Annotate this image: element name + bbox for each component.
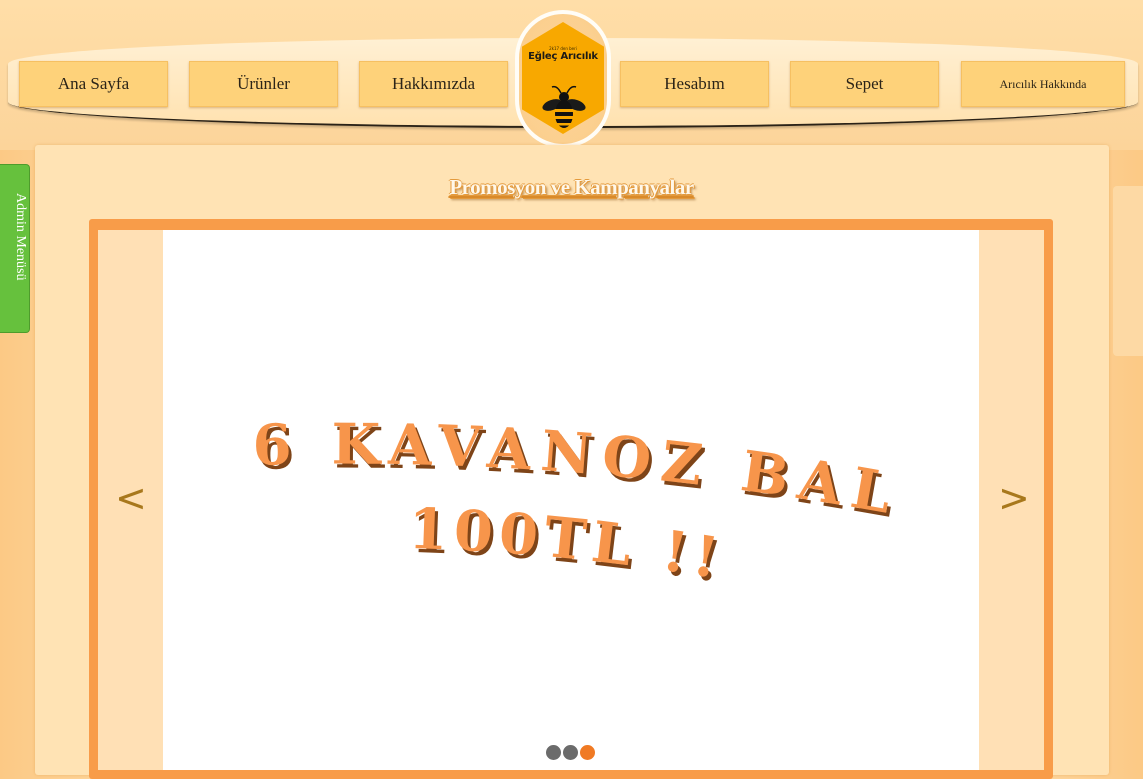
- promotions-title: Promosyon ve Kampanyalar: [449, 175, 694, 199]
- nav-beekeeping-button[interactable]: Arıcılık Hakkında: [961, 61, 1125, 107]
- admin-menu-label: Admin Menüsü: [13, 193, 28, 281]
- nav-account-button[interactable]: Hesabım: [620, 61, 769, 107]
- nav-products-button[interactable]: Ürünler: [189, 61, 338, 107]
- slider-dots: [546, 745, 606, 765]
- bee-icon: [542, 85, 586, 128]
- slider-prev-arrow[interactable]: <: [115, 478, 147, 518]
- promo-line2-text: 100TL !!!: [163, 230, 723, 593]
- nav-cart-button[interactable]: Sepet: [790, 61, 939, 107]
- slider-next-arrow[interactable]: >: [998, 478, 1030, 518]
- nav-home-button[interactable]: Ana Sayfa: [19, 61, 168, 107]
- nav-about-button[interactable]: Hakkımızda: [359, 61, 508, 107]
- logo-name: Eğleç Arıcılık: [528, 51, 598, 62]
- slider-dot-3[interactable]: [580, 745, 595, 760]
- slider-dot-1[interactable]: [546, 745, 561, 760]
- svg-text:100TL !!!: 100TL !!!: [163, 230, 729, 593]
- slider-dot-2[interactable]: [563, 745, 578, 760]
- promo-slide-graphic: 6 KAVANOZ BAL 6 KAVANOZ BAL 100TL !!! 10…: [163, 230, 899, 597]
- right-side-tab-label: [1116, 200, 1140, 350]
